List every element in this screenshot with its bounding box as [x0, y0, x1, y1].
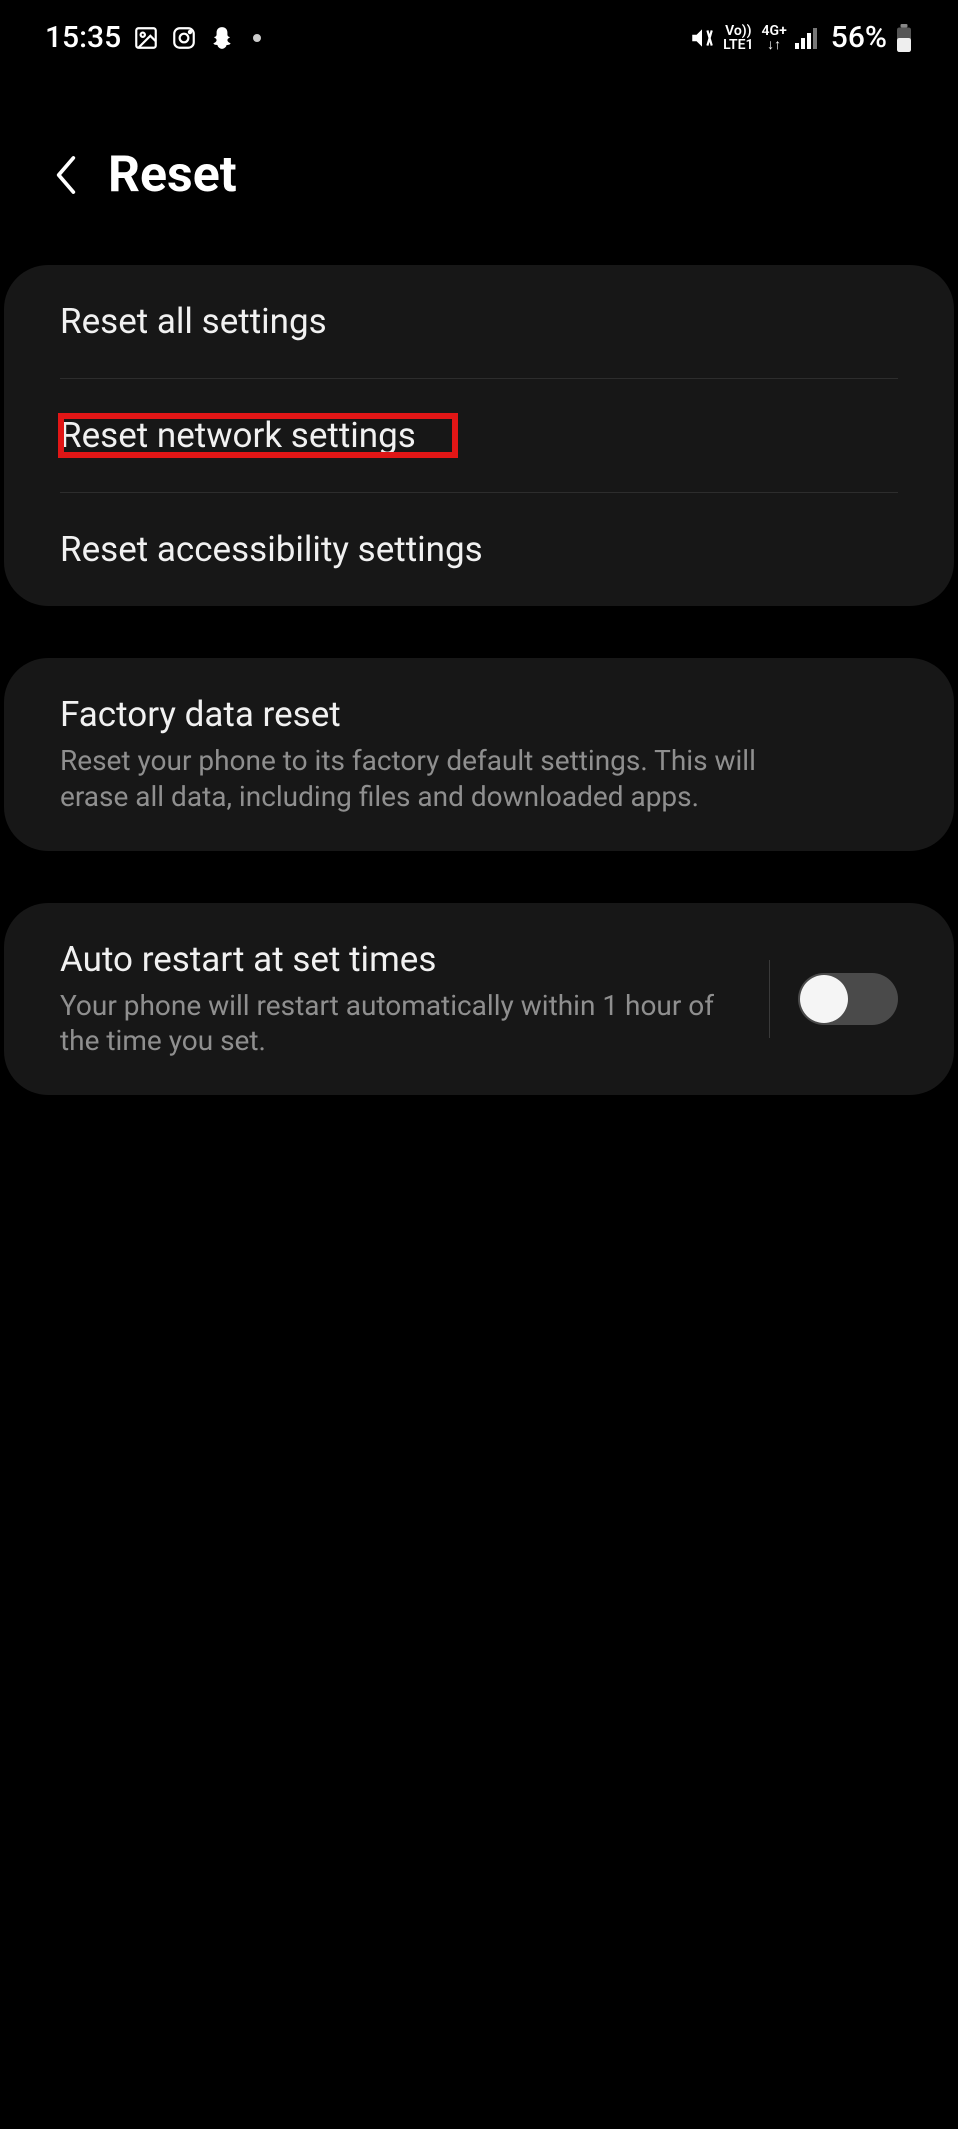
status-more-dot-icon: [253, 34, 261, 42]
battery-percent: 56%: [831, 20, 887, 55]
status-right: Vo))LTE1 4G+↓↑ 56%: [689, 20, 913, 55]
instagram-icon: [171, 25, 197, 51]
auto-restart-card: Auto restart at set times Your phone wil…: [4, 903, 954, 1096]
status-time: 15:35: [45, 20, 121, 55]
signal-icon: [795, 27, 819, 49]
row-label: Factory data reset: [60, 694, 898, 735]
page-title: Reset: [108, 146, 237, 204]
chevron-left-icon: [50, 153, 82, 197]
reset-network-settings-row[interactable]: Reset network settings: [4, 379, 954, 492]
photos-icon: [133, 25, 159, 51]
battery-icon: [895, 24, 913, 52]
volte-indicator: Vo))LTE1: [723, 24, 753, 52]
factory-reset-card: Factory data reset Reset your phone to i…: [4, 658, 954, 851]
row-description: Your phone will restart automatically wi…: [60, 988, 759, 1060]
status-bar: 15:35 Vo))LTE1 4G+↓↑: [0, 0, 958, 65]
snapchat-icon: [209, 25, 235, 51]
back-button[interactable]: [40, 145, 108, 205]
toggle-thumb: [800, 975, 848, 1023]
row-label: Auto restart at set times: [60, 939, 759, 980]
mute-icon: [689, 25, 715, 51]
row-label-highlighted: Reset network settings: [60, 415, 456, 456]
auto-restart-row[interactable]: Auto restart at set times Your phone wil…: [4, 903, 954, 1096]
status-left: 15:35: [45, 20, 261, 55]
row-description: Reset your phone to its factory default …: [60, 743, 830, 815]
row-label: Reset accessibility settings: [60, 529, 898, 570]
reset-accessibility-settings-row[interactable]: Reset accessibility settings: [4, 493, 954, 606]
reset-options-card: Reset all settings Reset network setting…: [4, 265, 954, 606]
auto-restart-toggle[interactable]: [798, 973, 898, 1025]
vertical-separator: [769, 960, 770, 1038]
network-4g-plus: 4G+↓↑: [762, 24, 787, 52]
factory-data-reset-row[interactable]: Factory data reset Reset your phone to i…: [4, 658, 954, 851]
page-header: Reset: [0, 65, 958, 265]
reset-all-settings-row[interactable]: Reset all settings: [4, 265, 954, 378]
row-label: Reset all settings: [60, 301, 898, 342]
